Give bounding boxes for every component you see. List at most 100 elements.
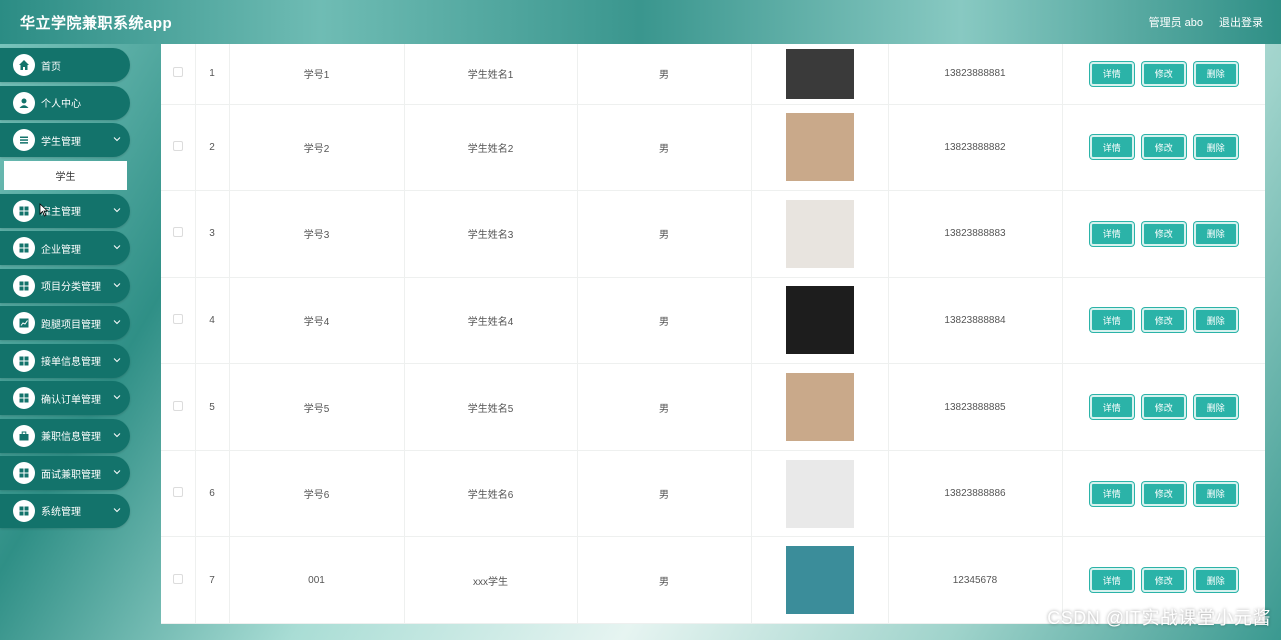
admin-user-label[interactable]: 管理员 abo [1149, 14, 1203, 30]
row-checkbox-cell [161, 536, 196, 624]
delete-button[interactable]: 删除 [1193, 221, 1238, 246]
edit-button[interactable]: 修改 [1141, 135, 1186, 160]
sidebar-item-parttime-info[interactable]: 兼职信息管理 [0, 418, 130, 453]
detail-button[interactable]: 详情 [1089, 61, 1134, 86]
row-checkbox[interactable] [172, 227, 183, 238]
phone-cell: 13823888882 [888, 104, 1063, 192]
row-checkbox-cell [161, 277, 196, 365]
top-bar: 华立学院兼职系统app 管理员 abo 退出登录 [0, 0, 1281, 44]
gender-cell: 男 [577, 363, 752, 451]
list-icon [13, 129, 35, 151]
actions-cell: 详情 修改 删除 [1062, 104, 1265, 192]
gender-cell: 男 [577, 44, 752, 105]
avatar [785, 48, 854, 99]
detail-button[interactable]: 详情 [1089, 135, 1134, 160]
actions-cell: 详情 修改 删除 [1062, 44, 1265, 105]
detail-button[interactable]: 详情 [1089, 308, 1134, 333]
sidebar-item-label: 首页 [41, 61, 61, 73]
sidebar-item-project-categories[interactable]: 项目分类管理 [0, 268, 130, 303]
row-checkbox[interactable] [172, 400, 183, 411]
edit-button[interactable]: 修改 [1141, 568, 1186, 593]
row-index: 7 [195, 536, 230, 624]
student-name-cell: 学生姓名4 [404, 277, 578, 365]
delete-button[interactable]: 删除 [1193, 308, 1238, 333]
detail-button[interactable]: 详情 [1089, 395, 1134, 420]
sidebar-item-label: 学生管理 [41, 136, 81, 148]
user-icon [13, 91, 35, 114]
delete-button[interactable]: 删除 [1193, 135, 1238, 160]
avatar [785, 459, 854, 528]
row-checkbox[interactable] [172, 67, 183, 78]
sidebar-item-label: 确认订单管理 [41, 394, 101, 406]
sidebar-item-label: 系统管理 [41, 507, 81, 518]
student-id-cell: 学号2 [229, 104, 405, 192]
row-checkbox-cell [161, 450, 196, 538]
gender-cell: 男 [577, 190, 752, 278]
grid-icon [13, 462, 35, 484]
sidebar-item-label: 接单信息管理 [41, 357, 101, 368]
watermark: CSDN @IT实战课堂小元酱 [1047, 608, 1271, 628]
edit-button[interactable]: 修改 [1141, 221, 1186, 246]
gender-cell: 男 [577, 277, 752, 365]
chevron-down-icon [113, 470, 121, 475]
sidebar-item-label: 项目分类管理 [41, 282, 101, 293]
detail-button[interactable]: 详情 [1089, 221, 1134, 246]
edit-button[interactable]: 修改 [1141, 308, 1186, 333]
row-checkbox[interactable] [172, 313, 183, 324]
row-index: 5 [195, 363, 230, 451]
avatar [785, 546, 854, 615]
phone-cell: 13823888885 [888, 363, 1063, 451]
delete-button[interactable]: 删除 [1193, 481, 1238, 506]
student-table-panel: 1 学号1 学生姓名1 男 13823888881 详情 修改 删除 2 学号2… [161, 44, 1265, 624]
edit-button[interactable]: 修改 [1141, 481, 1186, 506]
sidebar-item-errand-projects[interactable]: 跑腿项目管理 [0, 306, 130, 340]
delete-button[interactable]: 删除 [1193, 568, 1238, 593]
sidebar-item-confirm-orders[interactable]: 确认订单管理 [0, 381, 130, 415]
sidebar-item-system[interactable]: 系统管理 [0, 493, 130, 528]
sidebar-item-label: 跑腿项目管理 [41, 319, 101, 331]
sidebar-item-students[interactable]: 学生管理 [0, 123, 130, 157]
sidebar-item-home[interactable]: 首页 [0, 48, 130, 82]
sidebar-item-label: 面试兼职管理 [41, 469, 101, 481]
edit-button[interactable]: 修改 [1141, 61, 1186, 86]
edit-button[interactable]: 修改 [1141, 395, 1186, 420]
photo-cell [751, 190, 889, 278]
row-checkbox[interactable] [172, 487, 183, 498]
row-checkbox[interactable] [172, 140, 183, 151]
photo-cell [751, 277, 889, 365]
sidebar-item-order-info[interactable]: 接单信息管理 [0, 343, 130, 378]
photo-cell [751, 363, 889, 451]
chevron-down-icon [113, 320, 121, 325]
sidebar-item-interviews[interactable]: 面试兼职管理 [0, 456, 130, 490]
delete-button[interactable]: 删除 [1193, 395, 1238, 420]
chart-icon [13, 312, 35, 334]
student-name-cell: xxx学生 [404, 536, 578, 624]
detail-button[interactable]: 详情 [1089, 568, 1134, 593]
student-id-cell: 学号4 [229, 277, 405, 365]
grid-icon [13, 274, 35, 297]
sidebar-item-companies[interactable]: 企业管理 [0, 231, 130, 265]
row-checkbox[interactable] [172, 573, 183, 584]
student-id-cell: 001 [229, 536, 405, 624]
row-index: 4 [195, 277, 230, 365]
actions-cell: 详情 修改 删除 [1062, 277, 1265, 365]
chevron-down-icon [113, 507, 121, 512]
row-checkbox-cell [161, 363, 196, 451]
sidebar-item-profile[interactable]: 个人中心 [0, 85, 130, 120]
row-index: 3 [195, 190, 230, 278]
chevron-down-icon [113, 207, 121, 212]
gender-cell: 男 [577, 104, 752, 192]
photo-cell [751, 536, 889, 624]
student-name-cell: 学生姓名5 [404, 363, 578, 451]
submenu-item-student[interactable]: 学生 [4, 160, 127, 190]
chevron-down-icon [113, 282, 121, 287]
grid-icon [13, 349, 35, 372]
detail-button[interactable]: 详情 [1089, 481, 1134, 506]
row-index: 2 [195, 104, 230, 192]
delete-button[interactable]: 删除 [1193, 61, 1238, 86]
logout-link[interactable]: 退出登录 [1219, 14, 1263, 30]
table-row: 6 学号6 学生姓名6 男 13823888886 详情 修改 删除 [161, 450, 1265, 538]
student-table: 1 学号1 学生姓名1 男 13823888881 详情 修改 删除 2 学号2… [161, 44, 1265, 624]
row-checkbox-cell [161, 104, 196, 192]
sidebar-item-employers[interactable]: 雇主管理 [0, 193, 130, 228]
